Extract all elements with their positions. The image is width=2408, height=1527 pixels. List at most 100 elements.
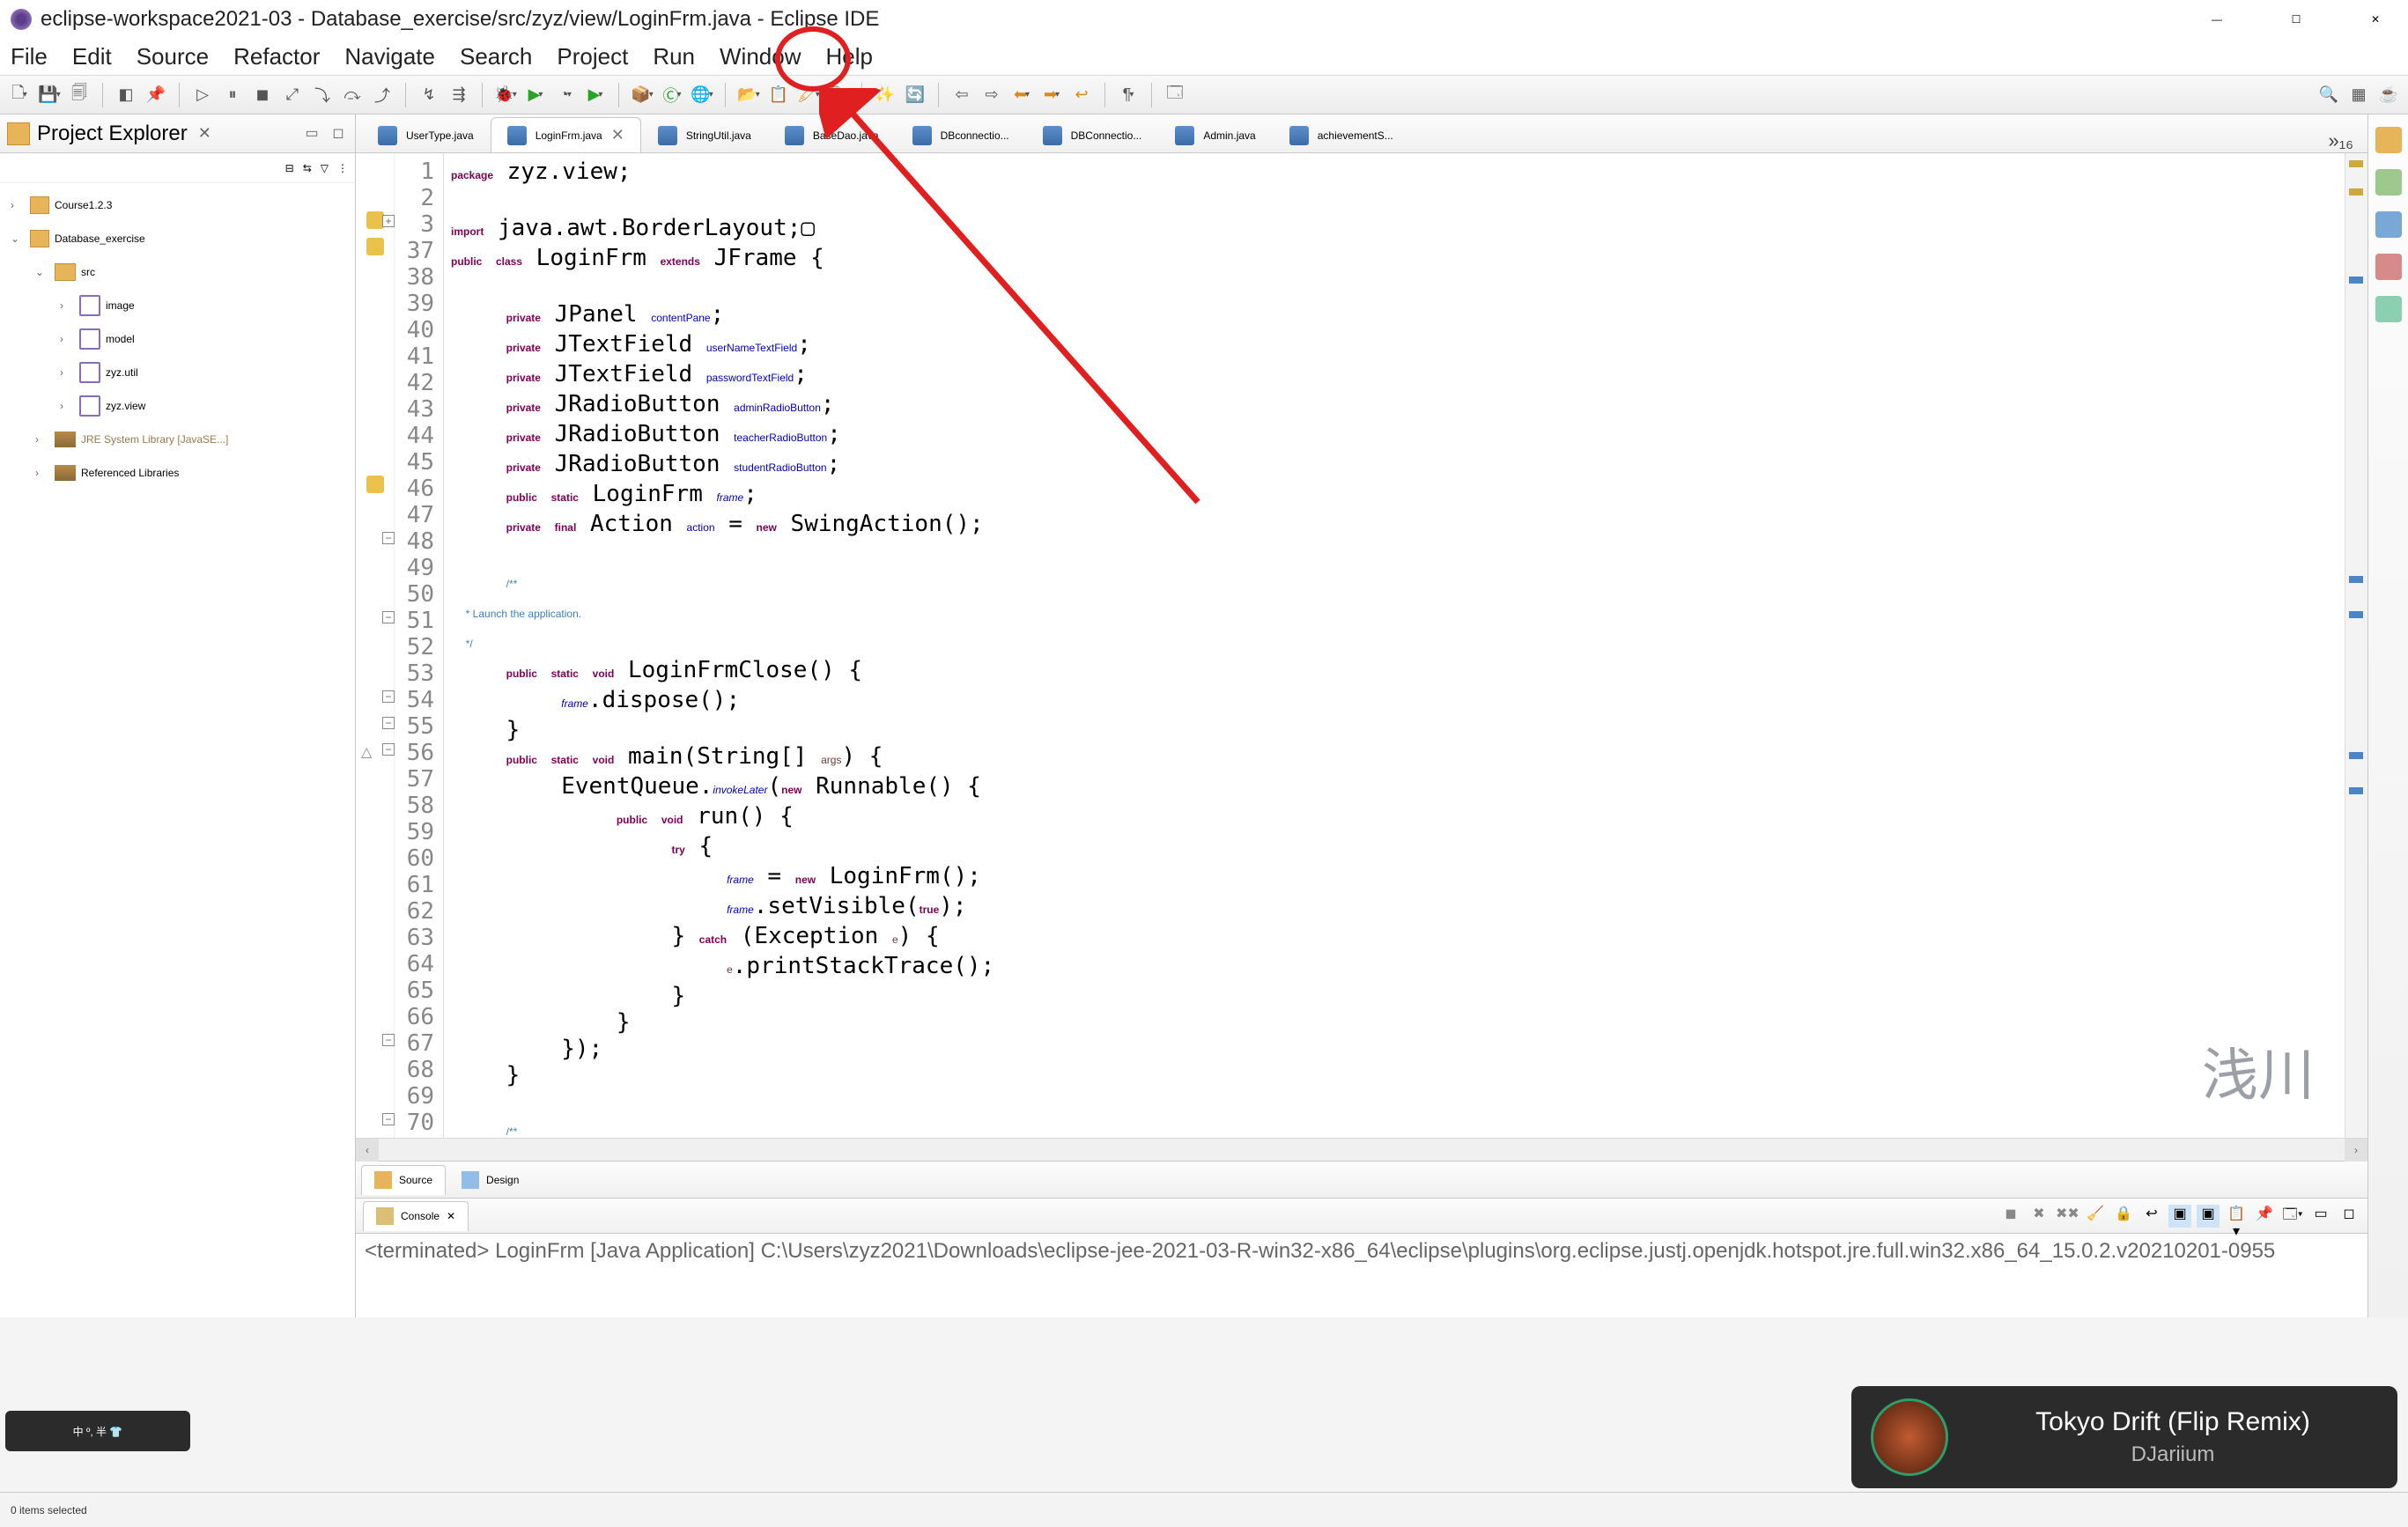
tree-item[interactable]: ⌄src xyxy=(7,255,355,289)
fold-toggle-icon[interactable]: − xyxy=(382,717,395,729)
new-icon[interactable]: 🗋▾ xyxy=(7,83,32,107)
last-edit-icon[interactable]: ↩ xyxy=(1069,83,1094,107)
scroll-lock-icon[interactable]: 🔒 xyxy=(2112,1205,2135,1228)
editor-tab[interactable]: StringUtil.java xyxy=(641,117,768,152)
scroll-left-icon[interactable]: ‹ xyxy=(356,1139,379,1162)
java-perspective-icon[interactable]: ☕ xyxy=(2376,83,2401,107)
search-icon[interactable]: 🔍 xyxy=(826,83,851,107)
new-class-icon[interactable]: Ⓒ▾ xyxy=(660,83,684,107)
step-return-icon[interactable]: ⤴ xyxy=(370,83,395,107)
tab-overflow-button[interactable]: »₁₆ xyxy=(2314,129,2367,152)
new-window-icon[interactable]: 🗔 xyxy=(1163,83,1187,107)
editor-tab[interactable]: achievementS... xyxy=(1273,117,1410,152)
tasklist-icon[interactable] xyxy=(2375,169,2402,195)
highlight-icon[interactable]: 🖍▾ xyxy=(796,83,821,107)
run-icon[interactable]: ▶▾ xyxy=(523,83,548,107)
editor-tab[interactable]: DBConnectio... xyxy=(1026,117,1159,152)
ime-indicator[interactable]: 中 º, 半 👕 xyxy=(5,1411,190,1451)
menu-search[interactable]: Search xyxy=(460,43,532,70)
new-pkg-icon[interactable]: 📦▾ xyxy=(630,83,654,107)
tree-item[interactable]: ⌄Database_exercise xyxy=(7,222,355,255)
pin-console-icon[interactable]: 📌 xyxy=(2253,1205,2276,1228)
open-console-icon[interactable]: 📋▾ xyxy=(2225,1205,2248,1228)
show-stderr-icon[interactable]: ▣ xyxy=(2197,1205,2220,1228)
media-notification[interactable]: Tokyo Drift (Flip Remix) DJariium xyxy=(1851,1386,2397,1488)
tree-item[interactable]: ›Referenced Libraries xyxy=(7,456,355,490)
tree-item[interactable]: ›Course1.2.3 xyxy=(7,188,355,222)
console-tab[interactable]: Console ✕ xyxy=(363,1201,469,1231)
warning-marker-icon[interactable] xyxy=(366,238,384,255)
coverage-icon[interactable]: ◔▾ xyxy=(553,83,578,107)
nav-fwd-icon[interactable]: ⇨ xyxy=(979,83,1004,107)
editor-tab[interactable]: DBconnectio... xyxy=(896,117,1026,152)
scroll-right-icon[interactable]: › xyxy=(2345,1139,2367,1162)
perspective-icon[interactable]: ▦ xyxy=(2346,83,2371,107)
fold-toggle-icon[interactable]: − xyxy=(382,611,395,623)
tree-item[interactable]: ›zyz.util xyxy=(7,356,355,389)
menu-source[interactable]: Source xyxy=(137,43,209,70)
fold-toggle-icon[interactable]: − xyxy=(382,743,395,756)
step-over-icon[interactable]: ⤼ xyxy=(340,83,365,107)
code-text[interactable]: package zyz.view; import java.awt.Border… xyxy=(444,153,2345,1138)
prev-ann-icon[interactable]: ⬅▾ xyxy=(1009,83,1034,107)
close-tab-icon[interactable]: ✕ xyxy=(611,126,624,144)
search-field-icon[interactable]: 🔍 xyxy=(2316,83,2341,107)
run-last-icon[interactable]: ▶▾ xyxy=(583,83,608,107)
maximize-view-icon[interactable]: ◻ xyxy=(329,124,348,144)
tree-item[interactable]: ›JRE System Library [JavaSE...] xyxy=(7,423,355,456)
max-console-icon[interactable]: ◻ xyxy=(2338,1205,2360,1228)
terminate-cbtn[interactable]: ◼ xyxy=(1999,1205,2022,1228)
remove-all-icon[interactable]: ✖✖ xyxy=(2056,1205,2079,1228)
code-editor[interactable]: +−−−−−△−− 1 2 3 37 38 39 40 41 42 43 44 … xyxy=(356,153,2367,1138)
menu-project[interactable]: Project xyxy=(557,43,628,70)
wand-icon[interactable]: ✨ xyxy=(873,83,897,107)
filter-icon[interactable]: ▽ xyxy=(321,162,329,174)
word-wrap-icon[interactable]: ↩ xyxy=(2140,1205,2163,1228)
tree-item[interactable]: ›model xyxy=(7,322,355,356)
next-ann-icon[interactable]: ➡▾ xyxy=(1039,83,1064,107)
pin-icon[interactable]: 📌 xyxy=(144,83,168,107)
servers-icon[interactable] xyxy=(2375,254,2402,280)
editor-tab[interactable]: UserType.java xyxy=(361,117,491,152)
fold-toggle-icon[interactable]: + xyxy=(382,215,395,227)
bottom-tab-source[interactable]: Source xyxy=(361,1165,446,1195)
warning-marker-icon[interactable] xyxy=(366,476,384,493)
tree-item[interactable]: ›zyz.view xyxy=(7,389,355,423)
refresh-icon[interactable]: 🔄 xyxy=(903,83,927,107)
console-output[interactable]: <terminated> LoginFrm [Java Application]… xyxy=(356,1234,2367,1317)
menu-help[interactable]: Help xyxy=(826,43,873,70)
save-all-icon[interactable]: 🗐 xyxy=(67,83,92,107)
fold-toggle-icon[interactable]: − xyxy=(382,1034,395,1046)
maximize-button[interactable]: ☐ xyxy=(2274,13,2318,26)
editor-hscrollbar[interactable]: ‹ › xyxy=(356,1138,2367,1161)
save-icon[interactable]: 💾▾ xyxy=(37,83,62,107)
remove-terminated-icon[interactable]: ✖ xyxy=(2028,1205,2050,1228)
min-console-icon[interactable]: ▭ xyxy=(2309,1205,2332,1228)
minimize-view-icon[interactable]: ▭ xyxy=(302,124,321,144)
editor-tab[interactable]: Admin.java xyxy=(1158,117,1272,152)
suspend-icon[interactable]: ⏸ xyxy=(220,83,245,107)
minimize-button[interactable]: — xyxy=(2195,13,2239,26)
open-task-icon[interactable]: 📋 xyxy=(766,83,791,107)
menu-window[interactable]: Window xyxy=(720,43,801,70)
show-stdout-icon[interactable]: ▣ xyxy=(2168,1205,2191,1228)
new-iface-icon[interactable]: 🌐▾ xyxy=(690,83,714,107)
step-into-icon[interactable]: ⤵ xyxy=(310,83,335,107)
view-menu-icon[interactable]: ⋮ xyxy=(337,162,348,174)
open-type-icon[interactable]: 📂▾ xyxy=(736,83,761,107)
menu-file[interactable]: File xyxy=(11,43,48,70)
fold-toggle-icon[interactable]: − xyxy=(382,1113,395,1125)
close-view-icon[interactable]: ✕ xyxy=(198,124,211,143)
outline-icon[interactable] xyxy=(2375,127,2402,153)
display-console-icon[interactable]: 🗔▾ xyxy=(2281,1205,2304,1228)
menu-edit[interactable]: Edit xyxy=(72,43,112,70)
close-console-icon[interactable]: ✕ xyxy=(447,1210,455,1222)
warning-marker-icon[interactable] xyxy=(366,211,384,229)
fold-toggle-icon[interactable]: − xyxy=(382,690,395,703)
fold-toggle-icon[interactable]: − xyxy=(382,532,395,544)
editor-tab[interactable]: LoginFrm.java✕ xyxy=(491,117,641,152)
disconnect-icon[interactable]: ⤢ xyxy=(280,83,305,107)
resume-icon[interactable]: ▷ xyxy=(190,83,215,107)
close-button[interactable]: ✕ xyxy=(2353,13,2397,26)
link-editor-icon[interactable]: ⇆ xyxy=(303,162,312,174)
